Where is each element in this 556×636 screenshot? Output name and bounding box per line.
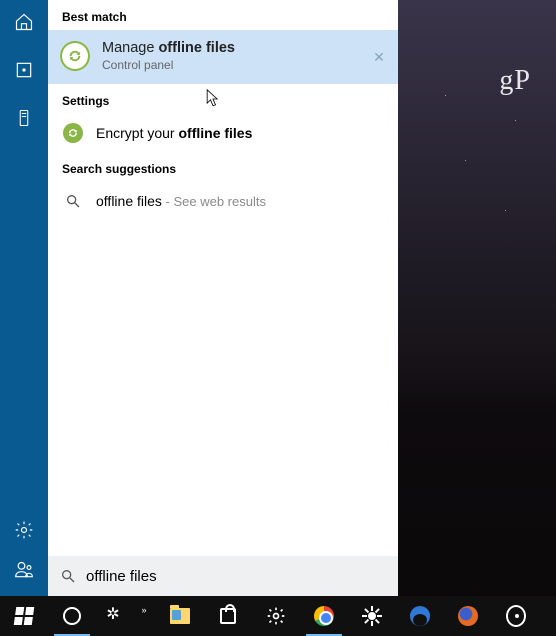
settings-result-label: Encrypt your offline files — [96, 125, 252, 141]
search-icon — [60, 568, 76, 584]
edge-button[interactable] — [396, 596, 444, 636]
brightness-button[interactable] — [348, 596, 396, 636]
user-icon[interactable] — [14, 560, 34, 580]
search-results-panel: Best match Manage offline files Control … — [48, 0, 398, 596]
tray-button[interactable] — [492, 596, 540, 636]
chrome-button[interactable] — [300, 596, 348, 636]
target-icon — [506, 605, 526, 627]
store-icon — [220, 608, 236, 624]
taskbar: ✲ » — [0, 596, 556, 636]
brightness-icon — [362, 606, 382, 626]
sync-icon — [62, 122, 84, 144]
chevron-right-icon: » — [141, 605, 144, 615]
firefox-icon — [458, 606, 478, 626]
start-rail — [0, 0, 48, 596]
cursor-icon — [206, 89, 220, 109]
store-button[interactable] — [204, 596, 252, 636]
best-match-result[interactable]: Manage offline files Control panel ✕ — [48, 30, 398, 84]
start-search-flyout: Best match Manage offline files Control … — [0, 0, 398, 596]
settings-button[interactable] — [252, 596, 300, 636]
section-best-match: Best match — [48, 0, 398, 30]
search-input[interactable] — [86, 568, 386, 585]
watermark-logo: gP — [499, 65, 531, 97]
edge-icon — [410, 606, 430, 626]
best-match-subtitle: Control panel — [102, 58, 235, 72]
sync-icon — [60, 41, 90, 71]
device-icon[interactable] — [14, 108, 34, 128]
dropbox-button[interactable]: ✲ — [96, 596, 130, 636]
gear-icon — [266, 606, 286, 626]
overflow-button[interactable]: » — [130, 596, 156, 636]
start-button[interactable] — [0, 596, 48, 636]
section-suggestions: Search suggestions — [48, 152, 398, 182]
best-match-title: Manage offline files — [102, 40, 235, 56]
file-explorer-button[interactable] — [156, 596, 204, 636]
close-icon[interactable]: ✕ — [370, 48, 388, 66]
search-suggestion-label: offline files - See web results — [96, 193, 266, 209]
firefox-button[interactable] — [444, 596, 492, 636]
search-suggestion[interactable]: offline files - See web results — [48, 182, 398, 220]
cortana-button[interactable] — [48, 596, 96, 636]
windows-logo-icon — [14, 607, 35, 625]
chrome-icon — [314, 606, 334, 626]
cortana-icon — [63, 607, 81, 625]
settings-icon[interactable] — [14, 520, 34, 540]
box-icon[interactable] — [14, 60, 34, 80]
search-icon — [62, 190, 84, 212]
search-bar[interactable] — [48, 556, 398, 596]
section-settings: Settings — [48, 84, 398, 114]
dropbox-icon: ✲ — [106, 604, 119, 624]
home-icon[interactable] — [14, 12, 34, 32]
folder-icon — [170, 608, 190, 624]
settings-result-encrypt[interactable]: Encrypt your offline files — [48, 114, 398, 152]
